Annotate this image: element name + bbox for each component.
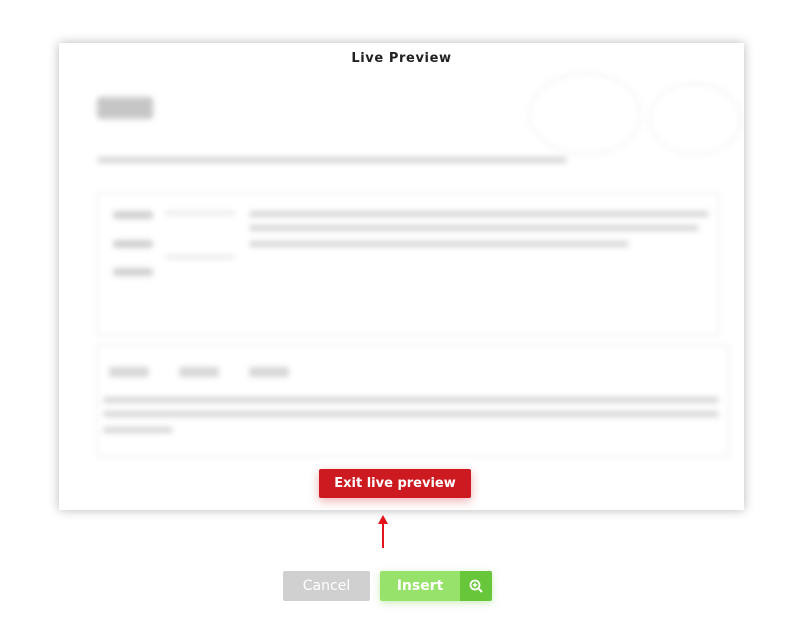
blurred-heading: [97, 97, 153, 119]
zoom-preview-button[interactable]: [460, 571, 492, 601]
exit-live-preview-button[interactable]: Exit live preview: [319, 469, 471, 498]
modal-title: Live Preview: [351, 51, 452, 66]
insert-button[interactable]: Insert: [380, 571, 460, 601]
blurred-preview-content: [89, 73, 741, 463]
arrow-up-icon: [378, 515, 388, 548]
live-preview-modal: Live Preview Exit live preview: [59, 43, 744, 510]
cancel-button[interactable]: Cancel: [283, 571, 370, 601]
insert-button-group: Insert: [380, 571, 492, 601]
zoom-in-icon: [469, 579, 483, 593]
